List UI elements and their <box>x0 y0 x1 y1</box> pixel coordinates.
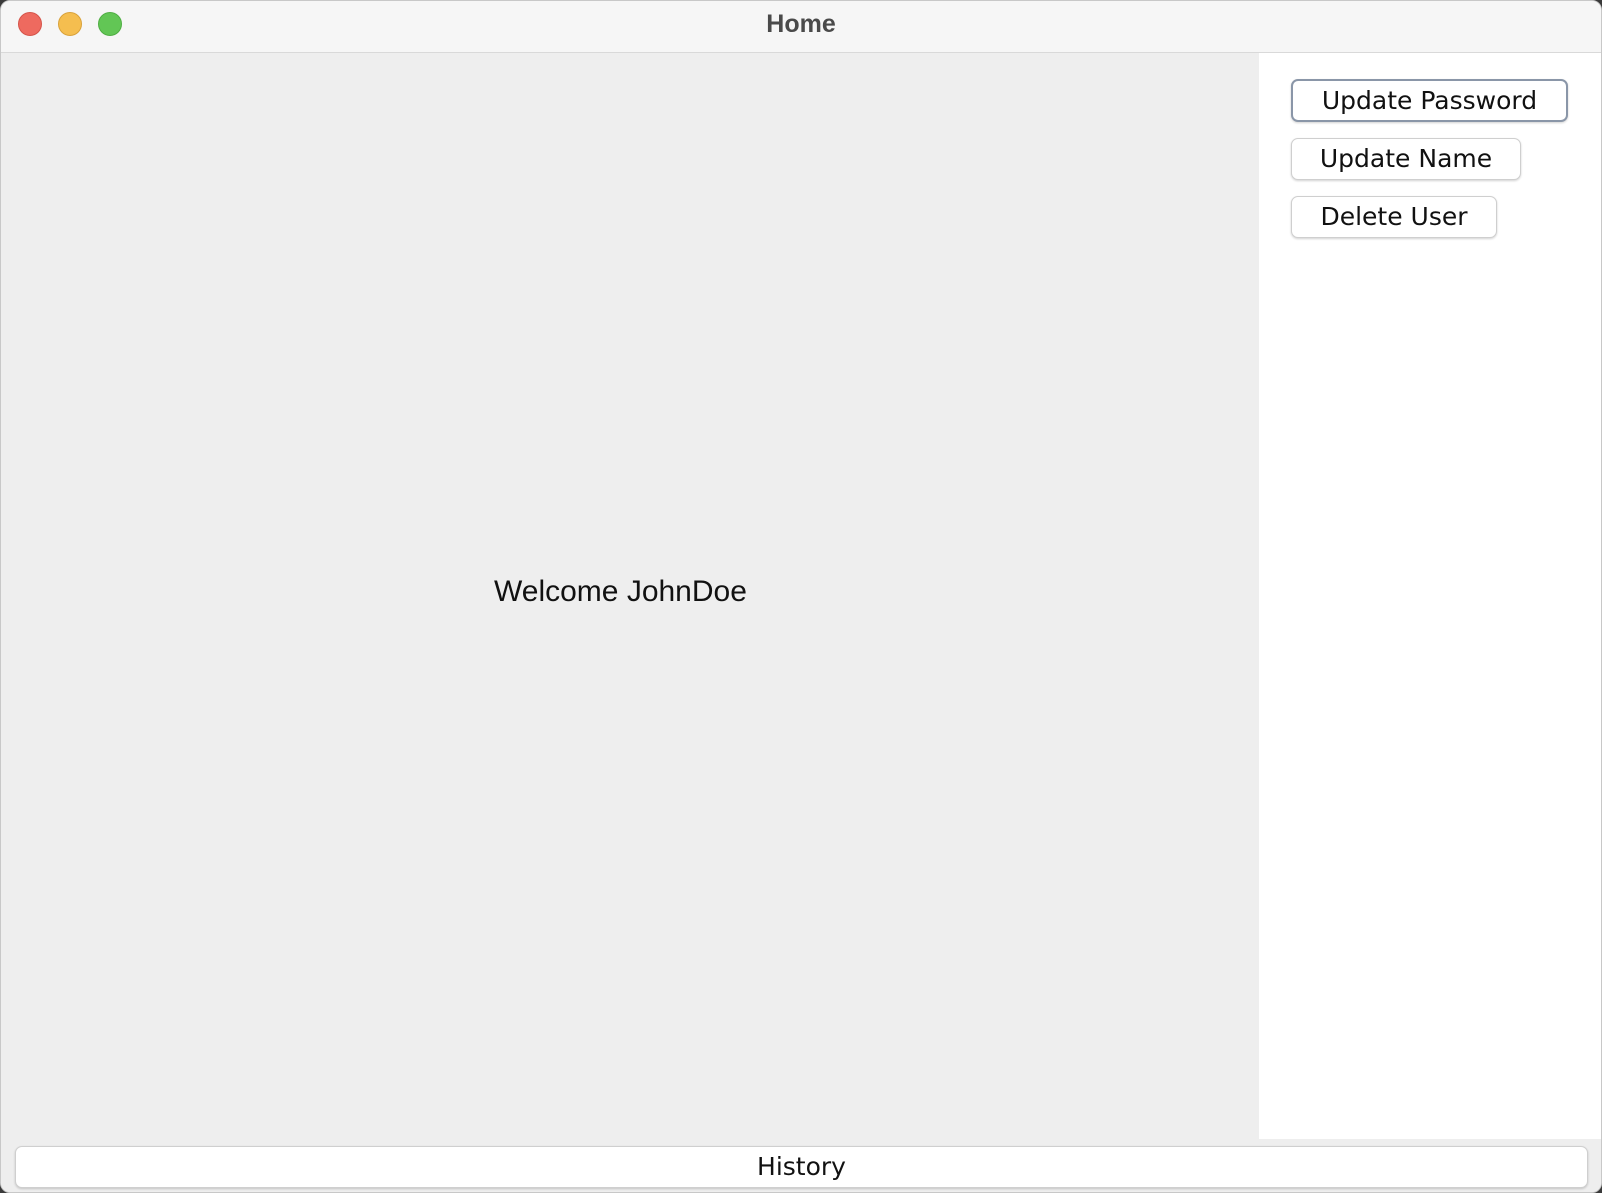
history-button[interactable]: History <box>15 1146 1588 1188</box>
actions-sidebar: Update Password Update Name Delete User <box>1259 53 1601 1139</box>
welcome-message: Welcome JohnDoe <box>494 575 747 608</box>
app-window: Home Welcome JohnDoe Update Password Upd… <box>0 0 1602 1193</box>
main-content-panel: Welcome JohnDoe <box>1 53 1259 1139</box>
bottom-bar: History <box>1 1139 1601 1192</box>
update-password-button[interactable]: Update Password <box>1291 79 1568 122</box>
update-name-button[interactable]: Update Name <box>1291 138 1521 180</box>
delete-user-button[interactable]: Delete User <box>1291 196 1497 238</box>
window-title: Home <box>766 10 836 38</box>
title-bar[interactable]: Home <box>1 1 1601 53</box>
